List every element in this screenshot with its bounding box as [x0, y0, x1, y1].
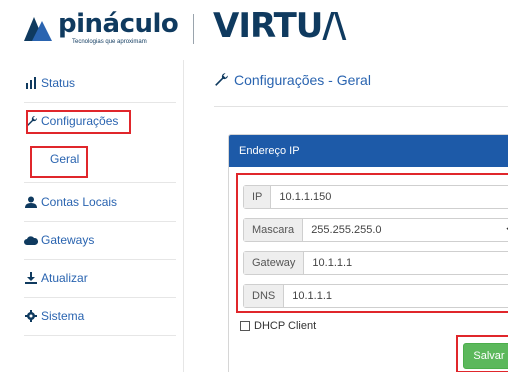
pinaculo-logo: pináculo Tecnologias que aproximam: [24, 9, 179, 46]
dhcp-label: DHCP Client: [254, 320, 317, 332]
user-icon: [24, 195, 38, 209]
sidebar-item-atualizar[interactable]: Atualizar: [24, 259, 176, 297]
checkbox-box[interactable]: [240, 321, 250, 331]
sidebar-item-label: Status: [41, 76, 76, 90]
header-divider: [193, 14, 194, 44]
sidebar-item-label: Sistema: [41, 309, 85, 323]
bar-chart-icon: [24, 76, 38, 90]
virtua-logo: VIRTU/\: [213, 6, 346, 46]
dhcp-checkbox[interactable]: DHCP Client: [240, 320, 316, 332]
panel-heading: Endereço IP: [229, 135, 508, 167]
brand-tagline: Tecnologias que aproximam: [72, 39, 147, 45]
highlight-ip-fields: [236, 173, 508, 313]
header: pináculo Tecnologias que aproximam VIRTU…: [0, 0, 508, 58]
sidebar-item-label: Gateways: [41, 233, 95, 247]
download-icon: [24, 271, 38, 285]
page-title: Configurações - Geral: [214, 72, 371, 88]
page-title-text: Configurações - Geral: [234, 72, 371, 88]
app-page: pináculo Tecnologias que aproximam VIRTU…: [0, 0, 508, 372]
pinaculo-mark-icon: [24, 17, 52, 41]
brand-name: pináculo: [58, 9, 179, 39]
gear-icon: [24, 309, 38, 323]
wrench-icon: [214, 72, 230, 88]
sidebar-item-label: Atualizar: [41, 271, 88, 285]
sidebar-item-label: Contas Locais: [41, 195, 118, 209]
sidebar-item-contas-locais[interactable]: Contas Locais: [24, 183, 176, 221]
sidebar-item-status[interactable]: Status: [24, 64, 176, 102]
divider: [214, 106, 508, 107]
highlight-save: [456, 335, 508, 372]
sidebar: Status Configurações Geral Contas Locais: [16, 60, 184, 372]
divider: [24, 335, 176, 336]
cloud-icon: [24, 233, 38, 247]
sidebar-item-sistema[interactable]: Sistema: [24, 297, 176, 335]
sidebar-item-gateways[interactable]: Gateways: [24, 221, 176, 259]
highlight-geral: [30, 146, 88, 178]
highlight-configuracoes: [26, 110, 131, 134]
